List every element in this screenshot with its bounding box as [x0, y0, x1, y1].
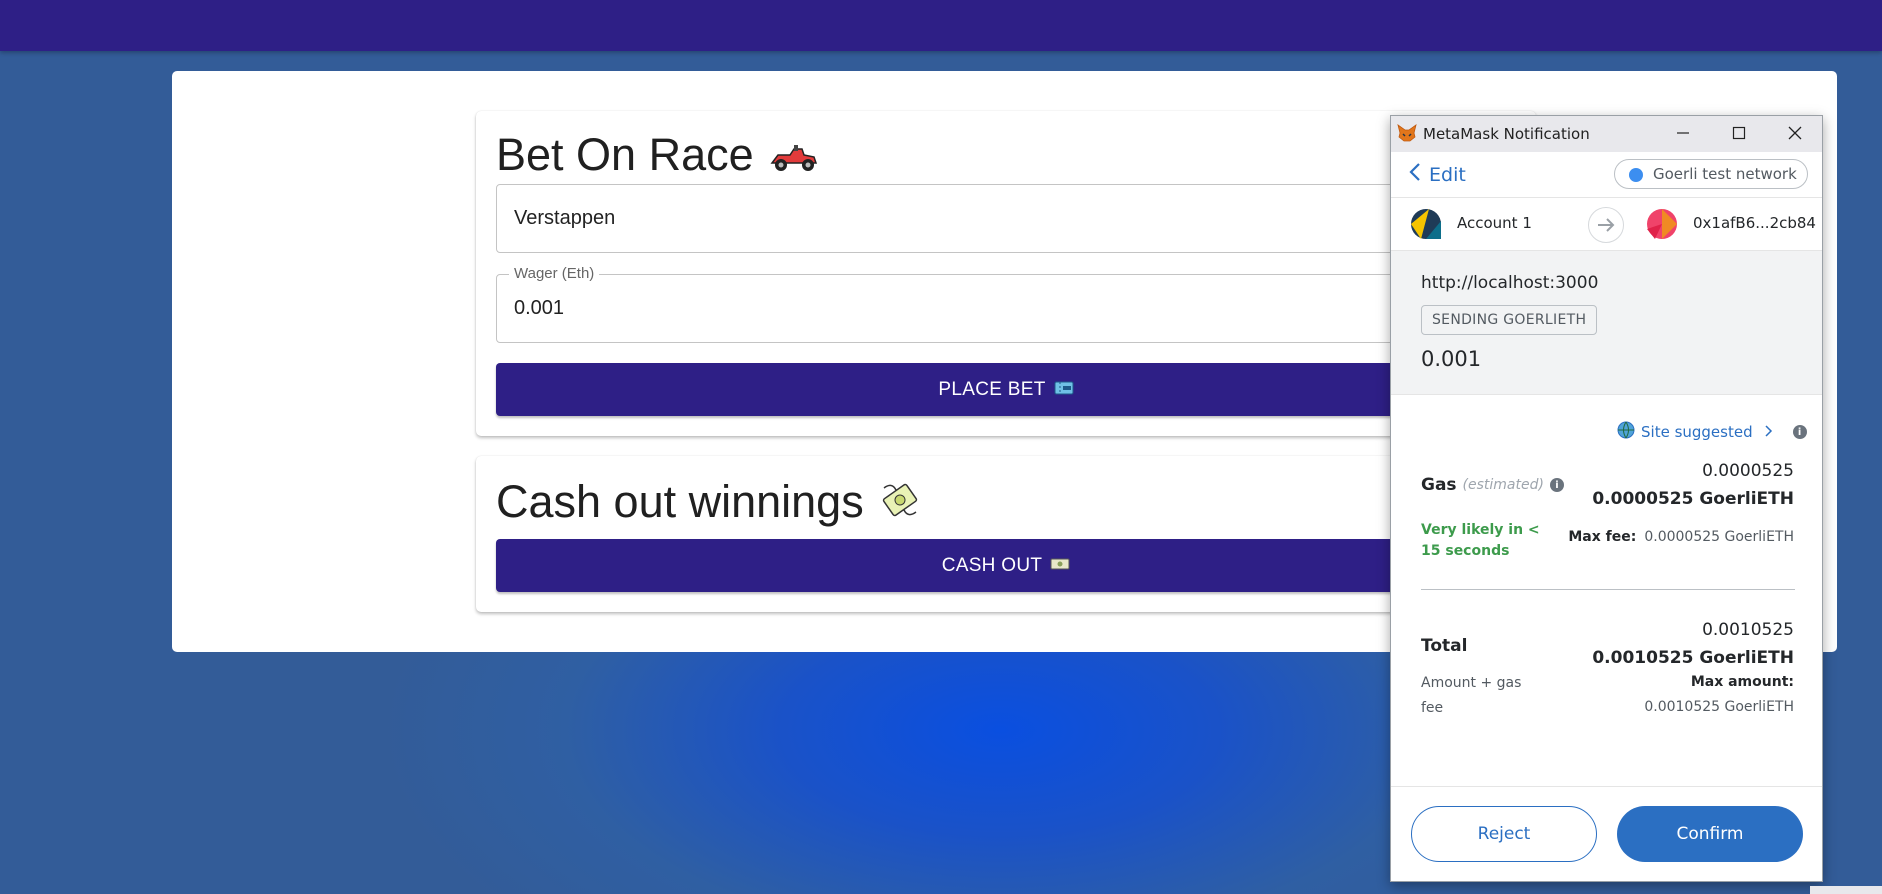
arrow-right-icon [1588, 207, 1624, 243]
window-title: MetaMask Notification [1423, 125, 1590, 143]
total-value: 0.0010525 [1702, 620, 1794, 640]
to-account-address[interactable]: 0x1afB6...2cb84 [1693, 214, 1816, 232]
max-amount-value: 0.0010525 GoerliETH [1644, 699, 1794, 715]
cash-out-card: Cash out winnings CASH OUT [476, 456, 1536, 612]
race-car-icon [768, 132, 820, 184]
max-fee-label: Max fee: [1568, 529, 1637, 545]
from-account-name[interactable]: Account 1 [1457, 214, 1532, 232]
wager-field[interactable]: Wager (Eth) [496, 265, 1516, 343]
network-dot-icon [1629, 168, 1643, 182]
max-amount-label: Max amount: [1690, 674, 1794, 690]
driver-input[interactable] [514, 185, 1414, 252]
gas-timing: Very likely in < 15 seconds [1421, 522, 1540, 559]
info-icon[interactable]: i [1792, 425, 1807, 439]
cashout-card-title: Cash out winnings [496, 476, 922, 533]
account-route: Account 1 0x1afB6...2cb84 [1391, 198, 1822, 251]
ticket-icon [1054, 379, 1074, 401]
maximize-button[interactable] [1711, 116, 1767, 152]
max-fee-value: 0.0000525 GoerliETH [1644, 529, 1794, 545]
driver-select-field[interactable] [496, 184, 1516, 253]
metamask-window: MetaMask Notification Edit Goerli test n… [1390, 115, 1823, 882]
send-amount: 0.001 [1421, 347, 1482, 371]
gas-info-icon[interactable]: i [1549, 478, 1564, 492]
cash-out-button[interactable]: CASH OUT [496, 539, 1516, 592]
section-divider [1421, 589, 1795, 590]
reject-button[interactable]: Reject [1411, 806, 1597, 862]
edit-button[interactable]: Edit [1409, 162, 1466, 187]
gas-value: 0.0000525 [1702, 461, 1794, 481]
total-label: Total [1421, 636, 1468, 656]
site-suggested-link[interactable]: Site suggested i [1617, 421, 1807, 443]
action-badge: SENDING GOERLIETH [1421, 305, 1598, 335]
to-account-avatar [1647, 209, 1677, 243]
money-with-wings-icon [878, 478, 922, 533]
close-window-button[interactable] [1767, 116, 1823, 152]
confirm-button[interactable]: Confirm [1617, 806, 1803, 862]
edit-label: Edit [1429, 163, 1466, 186]
max-fee: Max fee: 0.0000525 GoerliETH [1568, 529, 1794, 545]
chevron-left-icon [1409, 162, 1421, 187]
gas-label: Gas (estimated) i [1421, 475, 1564, 495]
confirm-header: Edit Goerli test network [1391, 152, 1822, 198]
gas-value-eth: 0.0000525 GoerliETH [1592, 489, 1794, 509]
cash-out-label: CASH OUT [941, 554, 1043, 576]
network-name: Goerli test network [1653, 165, 1797, 183]
cashout-card-title-text: Cash out winnings [496, 476, 864, 527]
bet-on-race-card: Bet On Race Wager (Eth) PLACE BET [476, 111, 1536, 436]
minimize-button[interactable] [1655, 116, 1711, 152]
maximize-icon [1732, 125, 1746, 144]
place-bet-label: PLACE BET [938, 378, 1046, 400]
globe-icon [1617, 421, 1635, 443]
minimize-icon [1676, 125, 1690, 144]
footer-divider [1391, 786, 1822, 787]
metamask-fox-icon [1397, 124, 1417, 146]
close-icon [1788, 125, 1802, 144]
place-bet-button[interactable]: PLACE BET [496, 363, 1516, 416]
transaction-summary: http://localhost:3000 SENDING GOERLIETH … [1391, 251, 1822, 395]
window-corner [1810, 886, 1882, 894]
amount-gas-fee-label: Amount + gas fee [1421, 675, 1522, 716]
network-indicator: Goerli test network [1614, 159, 1808, 189]
app-topbar [0, 0, 1882, 51]
total-value-eth: 0.0010525 GoerliETH [1592, 648, 1794, 668]
bet-card-title-text: Bet On Race [496, 129, 754, 180]
bet-card-title: Bet On Race [496, 129, 820, 184]
gas-label-text: Gas [1421, 475, 1457, 495]
from-account-avatar [1411, 209, 1441, 243]
chevron-right-icon [1765, 423, 1773, 441]
wager-input[interactable] [514, 275, 1414, 342]
gas-estimated-text: (estimated) [1462, 477, 1544, 493]
window-titlebar: MetaMask Notification [1391, 116, 1822, 152]
banknote-icon [1050, 555, 1070, 577]
site-suggested-label: Site suggested [1641, 423, 1753, 441]
origin-url: http://localhost:3000 [1421, 273, 1599, 293]
